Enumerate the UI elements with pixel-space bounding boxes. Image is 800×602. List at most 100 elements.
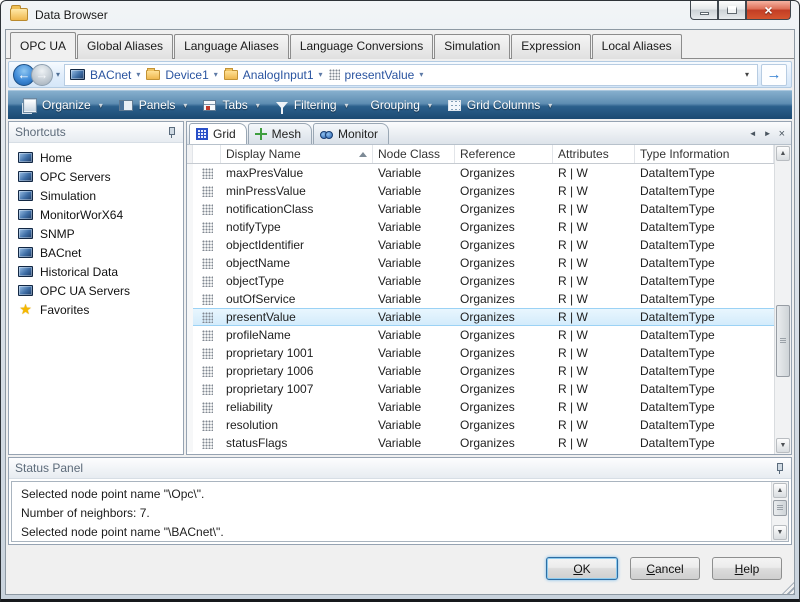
tab-global-aliases[interactable]: Global Aliases [77,34,173,59]
tab-scroll-left-icon[interactable]: ◄ [749,129,757,138]
table-row-maxpresvalue[interactable]: maxPresValueVariableOrganizesR | WDataIt… [187,164,774,182]
tab-local-aliases[interactable]: Local Aliases [592,34,682,59]
sidebar-item-home[interactable]: Home [11,148,181,167]
breadcrumb-bar: ← → ▾ BACnet▾Device1▾AnalogInput1▾presen… [8,61,792,88]
history-chevron-down-icon[interactable]: ▾ [56,70,60,79]
column-header-node-class[interactable]: Node Class [373,145,455,163]
organize-icon [24,99,36,112]
scroll-up-icon[interactable]: ▲ [776,146,790,161]
table-row-resolution[interactable]: resolutionVariableOrganizesR | WDataItem… [187,416,774,434]
chevron-down-icon[interactable]: ▾ [428,101,432,110]
panels-icon [119,100,133,111]
cancel-button[interactable]: Cancel [630,557,700,580]
breadcrumb-item-device1[interactable]: Device1▾ [143,65,220,85]
sidebar-item-monitorworx64[interactable]: MonitorWorX64 [11,205,181,224]
ok-button[interactable]: OK [546,557,618,580]
tag-grid-icon [202,312,213,323]
doc-tab-mesh[interactable]: Mesh [248,123,312,144]
forward-button[interactable]: → [31,64,53,86]
table-row-objecttype[interactable]: objectTypeVariableOrganizesR | WDataItem… [187,272,774,290]
grid-vertical-scrollbar[interactable]: ▲ ▼ [774,145,791,454]
table-row-statusflags[interactable]: statusFlagsVariableOrganizesR | WDataIte… [187,434,774,452]
scrollbar-thumb[interactable] [773,500,787,516]
table-row-notifytype[interactable]: notifyTypeVariableOrganizesR | WDataItem… [187,218,774,236]
scroll-down-icon[interactable]: ▼ [773,525,787,540]
address-chevron-down-icon[interactable]: ▾ [739,70,755,79]
column-header-type-information[interactable]: Type Information [635,145,774,163]
table-row-minpressvalue[interactable]: minPressValueVariableOrganizesR | WDataI… [187,182,774,200]
doc-tab-monitor[interactable]: Monitor [313,123,389,144]
breadcrumb-item-bacnet[interactable]: BACnet▾ [67,65,143,85]
minimize-button[interactable] [690,1,718,20]
tab-close-icon[interactable]: × [779,130,785,138]
column-header-display-name[interactable]: Display Name [221,145,373,163]
sidebar-item-opc-servers[interactable]: OPC Servers [11,167,181,186]
help-button[interactable]: Help [712,557,782,580]
status-vertical-scrollbar[interactable]: ▲ ▼ [771,482,788,541]
tab-expression[interactable]: Expression [511,34,590,59]
scroll-down-icon[interactable]: ▼ [776,438,790,453]
pin-icon[interactable] [167,127,177,138]
table-row-outofservice[interactable]: outOfServiceVariableOrganizesR | WDataIt… [187,290,774,308]
tag-grid-icon [202,186,213,197]
toolbar-grid-columns-button[interactable]: Grid Columns▾ [440,98,560,112]
folder-browse-icon [10,8,28,21]
icon-column-header[interactable] [193,145,221,163]
tab-language-aliases[interactable]: Language Aliases [174,34,289,59]
sidebar-item-opc-ua-servers[interactable]: OPC UA Servers [11,281,181,300]
tab-opc-ua[interactable]: OPC UA [10,32,76,59]
doc-tab-grid[interactable]: Grid [189,123,247,144]
maximize-button[interactable] [718,1,746,20]
pin-icon[interactable] [775,463,785,474]
column-header-reference[interactable]: Reference [455,145,553,163]
chevron-down-icon[interactable]: ▾ [548,101,552,110]
tab-scroll-right-icon[interactable]: ► [764,129,772,138]
chevron-down-icon[interactable]: ▾ [319,70,323,79]
sidebar-item-favorites[interactable]: ★Favorites [11,300,181,319]
sidebar-item-bacnet[interactable]: BACnet [11,243,181,262]
chevron-down-icon[interactable]: ▾ [419,70,423,79]
tag-grid-icon [202,420,213,431]
cell-attributes: R | W [553,254,635,272]
table-row-proprietary-1006[interactable]: proprietary 1006VariableOrganizesR | WDa… [187,362,774,380]
cell-reference: Organizes [455,218,553,236]
chevron-down-icon[interactable]: ▾ [345,101,349,110]
toolbar-tabs-button[interactable]: Tabs▾ [195,98,267,112]
table-row-reliability[interactable]: reliabilityVariableOrganizesR | WDataIte… [187,398,774,416]
toolbar-filtering-button[interactable]: Filtering▾ [268,98,357,112]
go-button[interactable]: → [761,64,787,86]
tab-language-conversions[interactable]: Language Conversions [290,34,433,59]
sidebar-item-simulation[interactable]: Simulation [11,186,181,205]
breadcrumb-item-analoginput1[interactable]: AnalogInput1▾ [221,65,326,85]
table-row-notificationclass[interactable]: notificationClassVariableOrganizesR | WD… [187,200,774,218]
table-row-objectidentifier[interactable]: objectIdentifierVariableOrganizesR | WDa… [187,236,774,254]
table-row-presentvalue[interactable]: presentValueVariableOrganizesR | WDataIt… [187,308,774,326]
tag-grid-icon [202,204,213,215]
cell-display-name: reliability [221,398,373,416]
chevron-down-icon[interactable]: ▾ [183,101,187,110]
address-combobox[interactable]: BACnet▾Device1▾AnalogInput1▾presentValue… [64,64,758,86]
table-row-proprietary-1007[interactable]: proprietary 1007VariableOrganizesR | WDa… [187,380,774,398]
toolbar-organize-button[interactable]: Organize▾ [16,98,111,112]
table-row-objectname[interactable]: objectNameVariableOrganizesR | WDataItem… [187,254,774,272]
title-bar[interactable]: Data Browser × [1,1,799,28]
sidebar-item-snmp[interactable]: SNMP [11,224,181,243]
scroll-up-icon[interactable]: ▲ [773,483,787,498]
table-row-profilename[interactable]: profileNameVariableOrganizesR | WDataIte… [187,326,774,344]
sidebar-item-historical-data[interactable]: Historical Data [11,262,181,281]
cell-attributes: R | W [553,326,635,344]
cell-display-name: objectIdentifier [221,236,373,254]
chevron-down-icon[interactable]: ▾ [99,101,103,110]
chevron-down-icon[interactable]: ▾ [136,70,140,79]
chevron-down-icon[interactable]: ▾ [214,70,218,79]
cell-display-name: maxPresValue [221,164,373,182]
toolbar-grouping-button[interactable]: Grouping▾ [357,98,440,112]
column-header-attributes[interactable]: Attributes [553,145,635,163]
tab-simulation[interactable]: Simulation [434,34,510,59]
table-row-proprietary-1001[interactable]: proprietary 1001VariableOrganizesR | WDa… [187,344,774,362]
toolbar-panels-button[interactable]: Panels▾ [111,98,196,112]
breadcrumb-item-presentvalue[interactable]: presentValue▾ [326,65,427,85]
close-button[interactable]: × [746,1,791,20]
scrollbar-thumb[interactable] [776,305,790,377]
chevron-down-icon[interactable]: ▾ [256,101,260,110]
